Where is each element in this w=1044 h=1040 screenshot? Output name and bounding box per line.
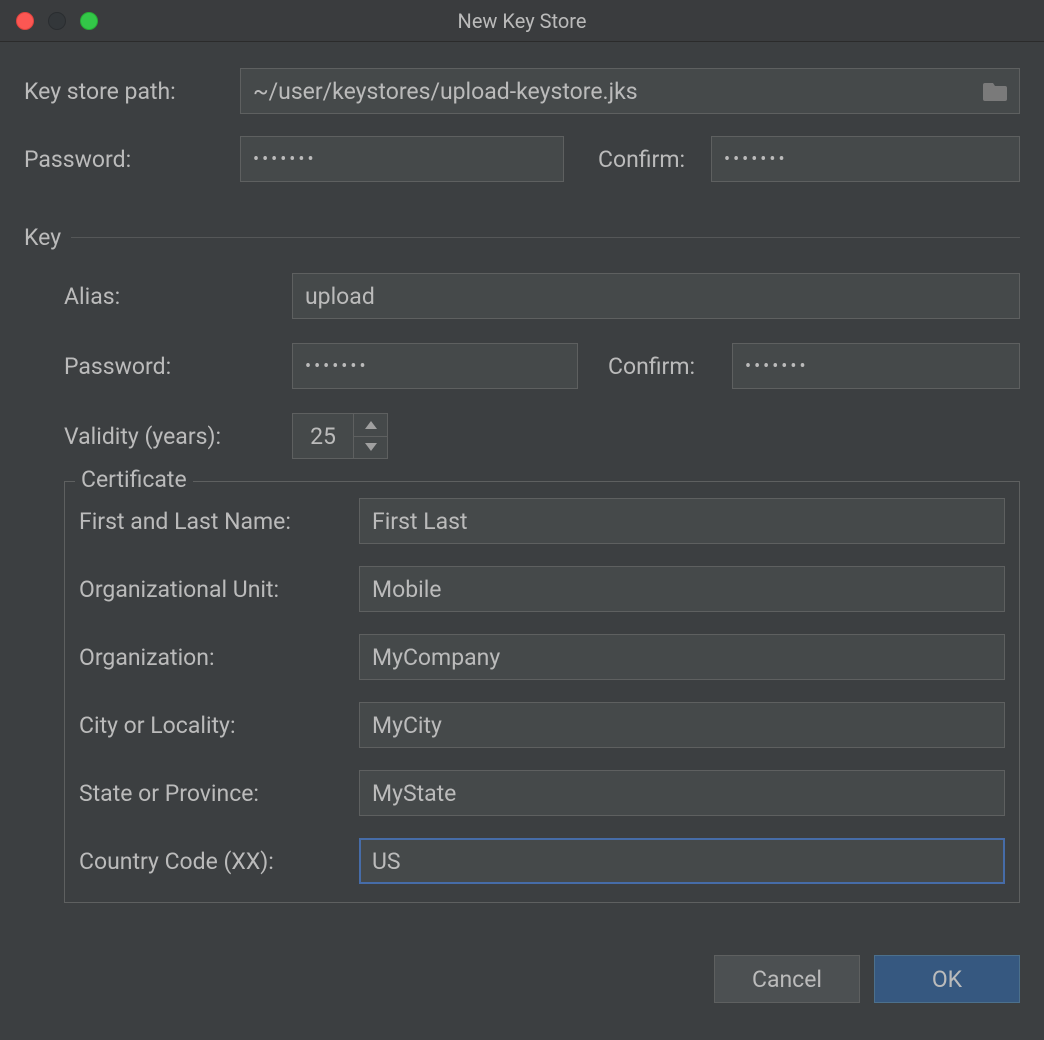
alias-row: Alias: [64,273,1020,319]
key-section-header: Key [24,224,1020,251]
key-password-label: Password: [64,353,292,380]
key-section-label: Key [24,224,61,251]
first-last-input[interactable] [359,498,1005,544]
org-unit-input[interactable] [359,566,1005,612]
country-label: Country Code (XX): [79,848,359,875]
ok-button[interactable]: OK [874,955,1020,1003]
browse-folder-icon[interactable] [971,81,1019,101]
keystore-path-row: Key store path: [24,68,1020,114]
key-password-row: Password: Confirm: [64,343,1020,389]
keystore-confirm-label: Confirm: [564,146,711,173]
org-unit-row: Organizational Unit: [79,566,1005,612]
key-password-input[interactable] [292,343,578,389]
spinner-buttons [353,414,387,458]
state-label: State or Province: [79,780,359,807]
city-label: City or Locality: [79,712,359,739]
city-input[interactable] [359,702,1005,748]
window-title: New Key Store [458,9,587,33]
organization-label: Organization: [79,644,359,671]
keystore-password-label: Password: [24,146,240,173]
maximize-window-button[interactable] [80,12,98,30]
chevron-up-icon [365,421,377,429]
validity-increment-button[interactable] [354,414,387,437]
key-confirm-input[interactable] [732,343,1020,389]
keystore-path-label: Key store path: [24,78,240,105]
close-window-button[interactable] [16,12,34,30]
validity-spinner [292,413,388,459]
section-divider [71,237,1020,238]
dialog-buttons: Cancel OK [24,955,1020,1003]
city-row: City or Locality: [79,702,1005,748]
country-input[interactable] [359,838,1005,884]
keystore-password-input[interactable] [240,136,564,182]
validity-decrement-button[interactable] [354,437,387,459]
alias-label: Alias: [64,283,292,310]
validity-input[interactable] [293,414,353,458]
minimize-window-button [48,12,66,30]
key-section: Alias: Password: Confirm: Validity (year… [24,273,1020,459]
first-last-label: First and Last Name: [79,508,359,535]
cancel-button[interactable]: Cancel [714,955,860,1003]
validity-label: Validity (years): [64,423,292,450]
keystore-password-row: Password: Confirm: [24,136,1020,182]
certificate-legend: Certificate [75,466,193,493]
keystore-path-input[interactable] [241,69,971,113]
window-titlebar: New Key Store [0,0,1044,42]
validity-row: Validity (years): [64,413,1020,459]
state-row: State or Province: [79,770,1005,816]
keystore-confirm-input[interactable] [711,136,1020,182]
key-confirm-label: Confirm: [578,353,732,380]
first-last-row: First and Last Name: [79,498,1005,544]
traffic-lights [0,12,98,30]
organization-row: Organization: [79,634,1005,680]
certificate-fieldset: Certificate First and Last Name: Organiz… [64,481,1020,903]
country-row: Country Code (XX): [79,838,1005,884]
keystore-path-input-wrapper [240,68,1020,114]
alias-input[interactable] [292,273,1020,319]
organization-input[interactable] [359,634,1005,680]
org-unit-label: Organizational Unit: [79,576,359,603]
chevron-down-icon [365,443,377,451]
state-input[interactable] [359,770,1005,816]
